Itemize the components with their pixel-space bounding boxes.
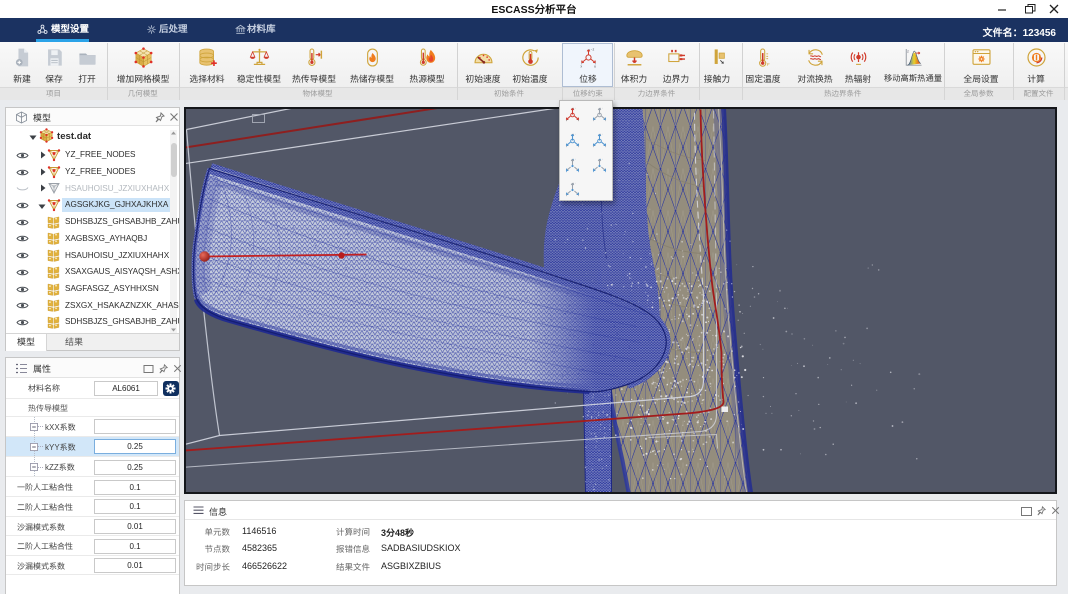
svg-text:z: z [592, 48, 594, 52]
svg-text:x: x [580, 65, 582, 68]
svg-text:z: z [907, 49, 909, 54]
svg-text:F: F [766, 62, 769, 67]
svg-text:y: y [594, 65, 596, 68]
